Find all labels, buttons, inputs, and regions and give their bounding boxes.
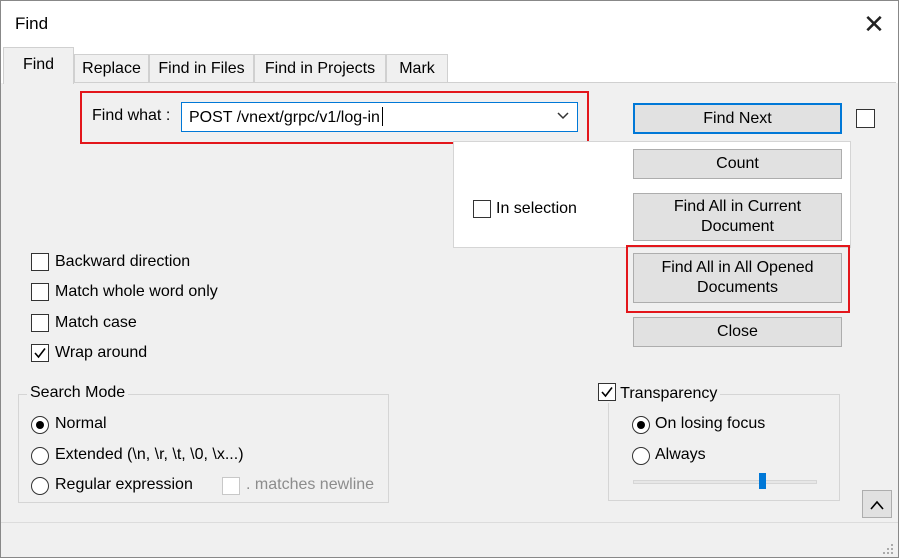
transparency-slider-track[interactable] (633, 480, 817, 484)
tab-bar: Find Replace Find in Files Find in Proje… (1, 47, 898, 84)
wrap-around-label: Wrap around (55, 344, 148, 361)
collapse-button[interactable] (862, 490, 892, 518)
matches-newline-label: . matches newline (246, 476, 375, 493)
find-next-button[interactable]: Find Next (633, 103, 842, 134)
tab-find-in-files[interactable]: Find in Files (149, 54, 254, 83)
count-button[interactable]: Count (633, 149, 842, 179)
in-selection-label: In selection (496, 200, 577, 217)
find-dialog: Find ✕ Find Replace Find in Files Find i… (0, 0, 899, 558)
transparency-label: Transparency (620, 385, 718, 402)
tab-mark[interactable]: Mark (386, 54, 448, 83)
check-icon (34, 348, 46, 359)
backward-direction-checkbox[interactable] (31, 253, 49, 271)
status-bar (1, 522, 898, 557)
mode-normal-radio[interactable] (31, 416, 49, 434)
close-button[interactable]: Close (633, 317, 842, 347)
transparency-header: Transparency (596, 383, 721, 403)
mode-extended-radio[interactable] (31, 447, 49, 465)
backward-direction-label: Backward direction (55, 253, 191, 270)
mode-regex-radio[interactable] (31, 477, 49, 495)
find-what-combo[interactable]: POST /vnext/grpc/v1/log-in (181, 102, 578, 132)
always-label: Always (655, 446, 706, 463)
match-case-checkbox[interactable] (31, 314, 49, 332)
chevron-up-icon (870, 500, 884, 510)
find-all-current-button[interactable]: Find All in Current Document (633, 193, 842, 241)
find-next-option-checkbox[interactable] (856, 109, 875, 128)
close-icon[interactable]: ✕ (857, 9, 891, 39)
find-what-input[interactable]: POST /vnext/grpc/v1/log-in (189, 107, 383, 127)
in-selection-checkbox[interactable] (473, 200, 491, 218)
tab-find-in-projects[interactable]: Find in Projects (254, 54, 386, 83)
window-title: Find (15, 14, 49, 33)
always-radio[interactable] (632, 447, 650, 465)
transparency-checkbox[interactable] (598, 383, 616, 401)
tab-find[interactable]: Find (3, 47, 74, 84)
title-bar: Find ✕ (1, 1, 898, 47)
match-whole-word-checkbox[interactable] (31, 283, 49, 301)
mode-normal-label: Normal (55, 415, 107, 432)
transparency-slider-thumb[interactable] (759, 473, 766, 489)
matches-newline-checkbox[interactable] (222, 477, 240, 495)
find-all-opened-button[interactable]: Find All in All Opened Documents (633, 253, 842, 303)
check-icon (601, 387, 613, 398)
match-case-label: Match case (55, 314, 137, 331)
tab-replace[interactable]: Replace (74, 54, 149, 83)
wrap-around-checkbox[interactable] (31, 344, 49, 362)
on-losing-focus-label: On losing focus (655, 415, 766, 432)
mode-extended-label: Extended (\n, \r, \t, \0, \x...) (55, 446, 244, 463)
chevron-down-icon[interactable] (557, 111, 569, 121)
find-what-label: Find what : (92, 107, 171, 124)
resize-grip-icon[interactable] (882, 543, 894, 555)
match-whole-word-label: Match whole word only (55, 283, 218, 300)
on-losing-focus-radio[interactable] (632, 416, 650, 434)
mode-regex-label: Regular expression (55, 476, 193, 493)
search-mode-title: Search Mode (27, 384, 129, 402)
